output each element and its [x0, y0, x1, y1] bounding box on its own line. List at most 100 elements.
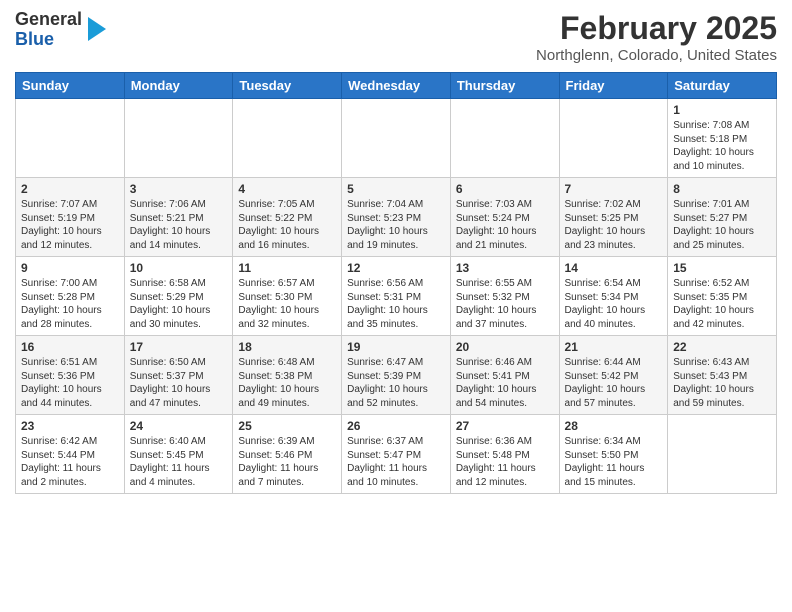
- calendar-cell: [342, 99, 451, 178]
- day-number: 1: [673, 103, 771, 117]
- day-info: Sunrise: 7:04 AM Sunset: 5:23 PM Dayligh…: [347, 198, 445, 252]
- calendar-cell: 4 Sunrise: 7:05 AM Sunset: 5:22 PM Daylig…: [233, 178, 342, 257]
- day-number: 18: [238, 340, 336, 354]
- weekday-header-wednesday: Wednesday: [342, 73, 451, 99]
- day-number: 22: [673, 340, 771, 354]
- calendar-cell: 12 Sunrise: 6:56 AM Sunset: 5:31 PM Dayli…: [342, 257, 451, 336]
- weekday-header-friday: Friday: [559, 73, 668, 99]
- day-number: 9: [21, 261, 119, 275]
- day-info: Sunrise: 6:57 AM Sunset: 5:30 PM Dayligh…: [238, 277, 336, 331]
- day-number: 10: [130, 261, 228, 275]
- day-info: Sunrise: 7:08 AM Sunset: 5:18 PM Dayligh…: [673, 119, 771, 173]
- month-year-title: February 2025: [536, 10, 777, 47]
- page-header: General Blue February 2025 Northglenn, C…: [15, 10, 777, 64]
- calendar-cell: 15 Sunrise: 6:52 AM Sunset: 5:35 PM Dayli…: [668, 257, 777, 336]
- day-number: 8: [673, 182, 771, 196]
- title-block: February 2025 Northglenn, Colorado, Unit…: [536, 10, 777, 64]
- day-info: Sunrise: 7:01 AM Sunset: 5:27 PM Dayligh…: [673, 198, 771, 252]
- calendar-cell: 5 Sunrise: 7:04 AM Sunset: 5:23 PM Daylig…: [342, 178, 451, 257]
- calendar-cell: 25 Sunrise: 6:39 AM Sunset: 5:46 PM Dayli…: [233, 415, 342, 494]
- day-info: Sunrise: 6:58 AM Sunset: 5:29 PM Dayligh…: [130, 277, 228, 331]
- day-number: 28: [565, 419, 663, 433]
- day-number: 23: [21, 419, 119, 433]
- calendar-cell: [668, 415, 777, 494]
- day-number: 16: [21, 340, 119, 354]
- day-info: Sunrise: 6:47 AM Sunset: 5:39 PM Dayligh…: [347, 356, 445, 410]
- logo: General Blue: [15, 10, 106, 50]
- calendar-cell: 20Sunrise: 6:46 AM Sunset: 5:41 PM Dayli…: [450, 336, 559, 415]
- calendar-cell: [16, 99, 125, 178]
- calendar-cell: 21 Sunrise: 6:44 AM Sunset: 5:42 PM Dayli…: [559, 336, 668, 415]
- calendar-header-row: SundayMondayTuesdayWednesdayThursdayFrid…: [16, 73, 777, 99]
- calendar-cell: 28 Sunrise: 6:34 AM Sunset: 5:50 PM Dayli…: [559, 415, 668, 494]
- day-info: Sunrise: 6:44 AM Sunset: 5:42 PM Dayligh…: [565, 356, 663, 410]
- calendar-cell: [559, 99, 668, 178]
- calendar-cell: 3 Sunrise: 7:06 AM Sunset: 5:21 PM Daylig…: [124, 178, 233, 257]
- day-number: 24: [130, 419, 228, 433]
- day-info: Sunrise: 6:56 AM Sunset: 5:31 PM Dayligh…: [347, 277, 445, 331]
- calendar-cell: 10 Sunrise: 6:58 AM Sunset: 5:29 PM Dayli…: [124, 257, 233, 336]
- day-number: 3: [130, 182, 228, 196]
- calendar-cell: [124, 99, 233, 178]
- weekday-header-thursday: Thursday: [450, 73, 559, 99]
- calendar-week-row: 23 Sunrise: 6:42 AM Sunset: 5:44 PM Dayli…: [16, 415, 777, 494]
- logo-text: General Blue: [15, 10, 82, 50]
- day-number: 25: [238, 419, 336, 433]
- day-number: 5: [347, 182, 445, 196]
- day-number: 27: [456, 419, 554, 433]
- calendar-cell: 17 Sunrise: 6:50 AM Sunset: 5:37 PM Dayli…: [124, 336, 233, 415]
- day-info: Sunrise: 6:48 AM Sunset: 5:38 PM Dayligh…: [238, 356, 336, 410]
- day-info: Sunrise: 7:05 AM Sunset: 5:22 PM Dayligh…: [238, 198, 336, 252]
- calendar-week-row: 2 Sunrise: 7:07 AM Sunset: 5:19 PM Daylig…: [16, 178, 777, 257]
- day-number: 20: [456, 340, 554, 354]
- logo-arrow-icon: [88, 17, 106, 41]
- day-number: 21: [565, 340, 663, 354]
- calendar-cell: [233, 99, 342, 178]
- weekday-header-tuesday: Tuesday: [233, 73, 342, 99]
- day-number: 15: [673, 261, 771, 275]
- day-info: Sunrise: 6:39 AM Sunset: 5:46 PM Dayligh…: [238, 435, 336, 489]
- day-info: Sunrise: 7:03 AM Sunset: 5:24 PM Dayligh…: [456, 198, 554, 252]
- day-info: Sunrise: 6:55 AM Sunset: 5:32 PM Dayligh…: [456, 277, 554, 331]
- day-info: Sunrise: 6:43 AM Sunset: 5:43 PM Dayligh…: [673, 356, 771, 410]
- calendar-cell: 19Sunrise: 6:47 AM Sunset: 5:39 PM Dayli…: [342, 336, 451, 415]
- day-number: 14: [565, 261, 663, 275]
- day-number: 12: [347, 261, 445, 275]
- calendar-week-row: 16 Sunrise: 6:51 AM Sunset: 5:36 PM Dayli…: [16, 336, 777, 415]
- calendar-cell: 2 Sunrise: 7:07 AM Sunset: 5:19 PM Daylig…: [16, 178, 125, 257]
- calendar-cell: 6 Sunrise: 7:03 AM Sunset: 5:24 PM Daylig…: [450, 178, 559, 257]
- calendar-cell: 22 Sunrise: 6:43 AM Sunset: 5:43 PM Dayli…: [668, 336, 777, 415]
- calendar-cell: 23 Sunrise: 6:42 AM Sunset: 5:44 PM Dayli…: [16, 415, 125, 494]
- calendar-cell: 11Sunrise: 6:57 AM Sunset: 5:30 PM Dayli…: [233, 257, 342, 336]
- day-info: Sunrise: 6:42 AM Sunset: 5:44 PM Dayligh…: [21, 435, 119, 489]
- calendar-cell: 8 Sunrise: 7:01 AM Sunset: 5:27 PM Daylig…: [668, 178, 777, 257]
- weekday-header-saturday: Saturday: [668, 73, 777, 99]
- day-info: Sunrise: 7:06 AM Sunset: 5:21 PM Dayligh…: [130, 198, 228, 252]
- day-info: Sunrise: 6:34 AM Sunset: 5:50 PM Dayligh…: [565, 435, 663, 489]
- day-number: 4: [238, 182, 336, 196]
- calendar-cell: 27 Sunrise: 6:36 AM Sunset: 5:48 PM Dayli…: [450, 415, 559, 494]
- day-info: Sunrise: 6:54 AM Sunset: 5:34 PM Dayligh…: [565, 277, 663, 331]
- day-number: 2: [21, 182, 119, 196]
- day-info: Sunrise: 7:07 AM Sunset: 5:19 PM Dayligh…: [21, 198, 119, 252]
- calendar-cell: 9 Sunrise: 7:00 AM Sunset: 5:28 PM Daylig…: [16, 257, 125, 336]
- calendar-cell: [450, 99, 559, 178]
- day-info: Sunrise: 6:37 AM Sunset: 5:47 PM Dayligh…: [347, 435, 445, 489]
- day-info: Sunrise: 6:52 AM Sunset: 5:35 PM Dayligh…: [673, 277, 771, 331]
- day-number: 7: [565, 182, 663, 196]
- calendar-cell: 7 Sunrise: 7:02 AM Sunset: 5:25 PM Daylig…: [559, 178, 668, 257]
- day-number: 26: [347, 419, 445, 433]
- day-info: Sunrise: 6:51 AM Sunset: 5:36 PM Dayligh…: [21, 356, 119, 410]
- weekday-header-monday: Monday: [124, 73, 233, 99]
- day-info: Sunrise: 6:50 AM Sunset: 5:37 PM Dayligh…: [130, 356, 228, 410]
- day-info: Sunrise: 7:02 AM Sunset: 5:25 PM Dayligh…: [565, 198, 663, 252]
- day-number: 17: [130, 340, 228, 354]
- calendar-cell: 26 Sunrise: 6:37 AM Sunset: 5:47 PM Dayli…: [342, 415, 451, 494]
- calendar-cell: 24Sunrise: 6:40 AM Sunset: 5:45 PM Dayli…: [124, 415, 233, 494]
- location-subtitle: Northglenn, Colorado, United States: [536, 47, 777, 64]
- day-info: Sunrise: 6:36 AM Sunset: 5:48 PM Dayligh…: [456, 435, 554, 489]
- day-number: 6: [456, 182, 554, 196]
- calendar-table: SundayMondayTuesdayWednesdayThursdayFrid…: [15, 72, 777, 494]
- calendar-week-row: 1 Sunrise: 7:08 AM Sunset: 5:18 PM Daylig…: [16, 99, 777, 178]
- day-info: Sunrise: 7:00 AM Sunset: 5:28 PM Dayligh…: [21, 277, 119, 331]
